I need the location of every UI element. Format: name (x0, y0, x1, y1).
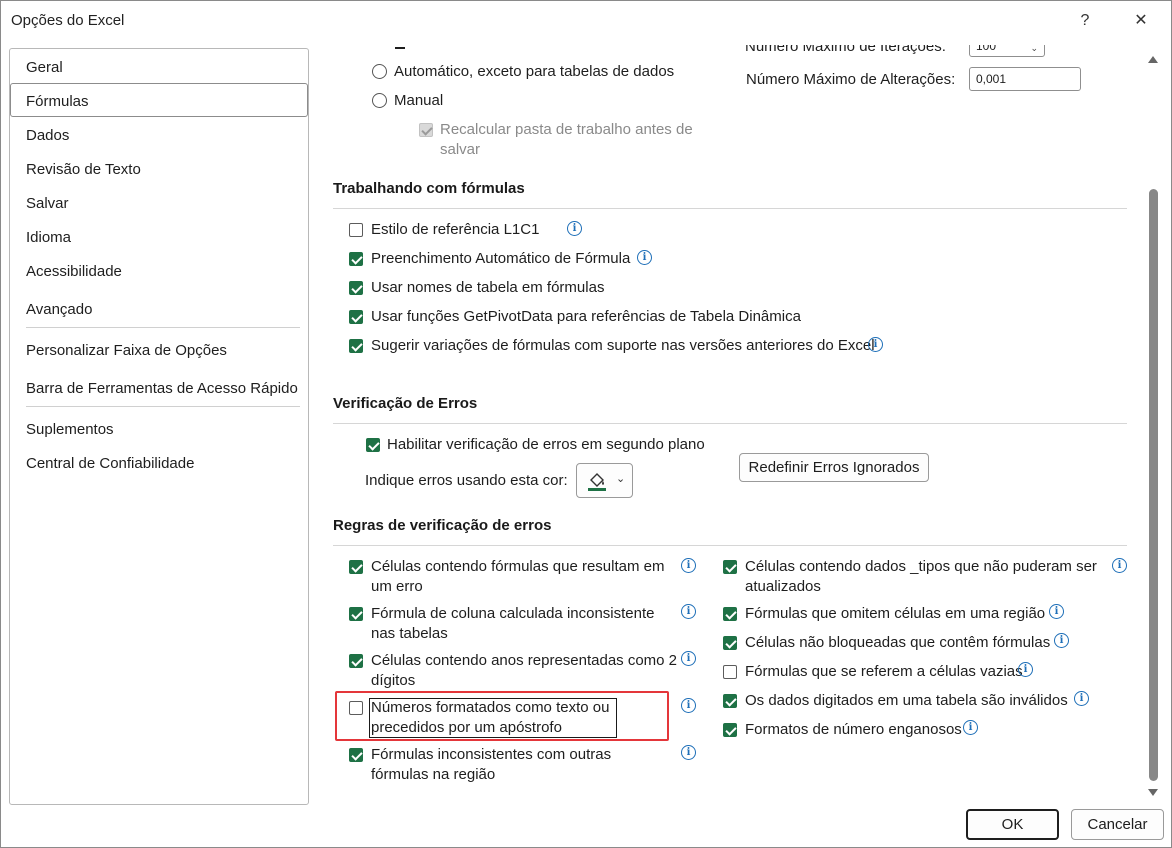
info-icon[interactable]: i (1074, 691, 1089, 706)
rule-invalid-table-data-checkbox[interactable] (723, 694, 737, 708)
error-color-picker[interactable]: ⌄ (576, 463, 633, 498)
info-icon[interactable]: i (681, 604, 696, 619)
r1c1-checkbox[interactable] (349, 223, 363, 237)
info-icon[interactable]: i (681, 745, 696, 760)
table-names-checkbox[interactable] (349, 281, 363, 295)
recalc-before-save-label: Recalcular pasta de trabalho antes de sa… (440, 121, 693, 158)
rule-inconsistent-formulas-checkbox[interactable] (349, 748, 363, 762)
rule-two-digit-years-checkbox[interactable] (349, 654, 363, 668)
getpivotdata-label: Usar funções GetPivotData para referênci… (371, 308, 801, 325)
info-icon[interactable]: i (868, 337, 883, 352)
enable-bg-error-checking-checkbox[interactable] (366, 438, 380, 452)
sidebar-item-salvar[interactable]: Salvar (26, 195, 69, 212)
sidebar-item-suplementos[interactable]: Suplementos (26, 421, 114, 438)
ok-button[interactable]: OK (966, 809, 1059, 840)
highlight-box (335, 691, 669, 741)
paint-bucket-icon (588, 473, 606, 491)
rule-omit-cells-checkbox[interactable] (723, 607, 737, 621)
info-icon[interactable]: i (637, 250, 652, 265)
sidebar-item-formulas[interactable]: Fórmulas (26, 93, 89, 110)
chevron-down-icon: ⌄ (616, 473, 626, 485)
sidebar-item-avancado[interactable]: Avançado (26, 301, 92, 318)
info-icon[interactable]: i (963, 720, 978, 735)
info-icon[interactable]: i (1112, 558, 1127, 573)
rule-data-types-refresh-label: Células contendo dados _tipos que não pu… (745, 558, 1097, 595)
help-icon[interactable]: ? (1073, 9, 1097, 33)
enable-bg-error-checking-label: Habilitar verificação de erros em segund… (387, 436, 705, 453)
rule-two-digit-years-label: Células contendo anos representadas como… (371, 652, 678, 689)
reset-ignored-errors-button[interactable]: Redefinir Erros Ignorados (739, 453, 929, 482)
scroll-down-icon[interactable] (1148, 789, 1158, 796)
scroll-up-icon[interactable] (1148, 56, 1158, 63)
autocomplete-formula-label: Preenchimento Automático de Fórmula (371, 250, 631, 267)
recalc-before-save-checkbox[interactable] (419, 123, 433, 137)
rule-misleading-formats-label: Formatos de número enganosos (745, 721, 962, 738)
rule-invalid-table-data-label: Os dados digitados em uma tabela são inv… (745, 692, 1068, 709)
sidebar-item-personalizar-faixa[interactable]: Personalizar Faixa de Opções (26, 342, 227, 359)
autocomplete-formula-checkbox[interactable] (349, 252, 363, 266)
dialog-title: Opções do Excel (11, 12, 125, 29)
rule-empty-cells-label: Fórmulas que se referem a células vazias (745, 663, 1023, 680)
max-iterations-label: Número Máximo de Iterações: (745, 45, 946, 55)
scrolled-text-fragment (395, 47, 405, 49)
rule-empty-cells-checkbox[interactable] (723, 665, 737, 679)
spinner-icon[interactable]: ⌄ (1030, 45, 1038, 58)
rule-formulas-error-label: Células contendo fórmulas que resultam e… (371, 558, 665, 595)
section-title-rules: Regras de verificação de erros (333, 517, 552, 534)
suggest-variations-checkbox[interactable] (349, 339, 363, 353)
sidebar-item-idioma[interactable]: Idioma (26, 229, 71, 246)
sidebar-item-revisao[interactable]: Revisão de Texto (26, 161, 141, 178)
rule-unlocked-cells-label: Células não bloqueadas que contêm fórmul… (745, 634, 1051, 651)
rule-omit-cells-label: Fórmulas que omitem células em uma regiã… (745, 605, 1046, 622)
max-iterations-value: 100 (976, 45, 997, 53)
r1c1-label: Estilo de referência L1C1 (371, 221, 540, 238)
max-change-input[interactable]: 0,001 (969, 67, 1081, 91)
rule-formulas-error-checkbox[interactable] (349, 560, 363, 574)
sidebar-item-geral[interactable]: Geral (26, 59, 63, 76)
radio-manual-label: Manual (394, 92, 444, 109)
info-icon[interactable]: i (681, 558, 696, 573)
max-iterations-row: Número Máximo de Iterações: 100 ⌄ (745, 45, 1145, 59)
section-divider (333, 208, 1127, 209)
sidebar-item-barra-acesso-rapido[interactable]: Barra de Ferramentas de Acesso Rápido (26, 380, 298, 397)
sidebar-item-acessibilidade[interactable]: Acessibilidade (26, 263, 122, 280)
sidebar-item-dados[interactable]: Dados (26, 127, 69, 144)
close-icon[interactable]: ✕ (1129, 9, 1153, 33)
rule-inconsistent-calc-column-label: Fórmula de coluna calculada inconsistent… (371, 605, 655, 642)
scrollbar-thumb[interactable] (1149, 189, 1158, 781)
radio-automatico-exceto[interactable] (372, 64, 387, 79)
info-icon[interactable]: i (681, 698, 696, 713)
info-icon[interactable]: i (681, 651, 696, 666)
section-title-formulas: Trabalhando com fórmulas (333, 180, 525, 197)
getpivotdata-checkbox[interactable] (349, 310, 363, 324)
sidebar-nav: Geral Fórmulas Dados Revisão de Texto Sa… (9, 48, 309, 805)
cancel-button[interactable]: Cancelar (1071, 809, 1164, 840)
section-title-error-checking: Verificação de Erros (333, 395, 478, 412)
section-divider (333, 423, 1127, 424)
radio-automatico-exceto-label: Automático, exceto para tabelas de dados (394, 63, 675, 80)
section-divider (333, 545, 1127, 546)
suggest-variations-label: Sugerir variações de fórmulas com suport… (371, 337, 875, 354)
sidebar-divider (26, 327, 300, 328)
max-change-label: Número Máximo de Alterações: (746, 71, 956, 88)
info-icon[interactable]: i (1054, 633, 1069, 648)
rule-inconsistent-formulas-label: Fórmulas inconsistentes com outras fórmu… (371, 746, 612, 783)
max-iterations-input[interactable]: 100 ⌄ (969, 45, 1045, 57)
sidebar-divider (26, 406, 300, 407)
table-names-label: Usar nomes de tabela em fórmulas (371, 279, 605, 296)
info-icon[interactable]: i (1018, 662, 1033, 677)
info-icon[interactable]: i (567, 221, 582, 236)
sidebar-item-central-confiabilidade[interactable]: Central de Confiabilidade (26, 455, 194, 472)
radio-manual[interactable] (372, 93, 387, 108)
rule-misleading-formats-checkbox[interactable] (723, 723, 737, 737)
rule-unlocked-cells-checkbox[interactable] (723, 636, 737, 650)
rule-data-types-refresh-checkbox[interactable] (723, 560, 737, 574)
error-color-label: Indique erros usando esta cor: (365, 472, 568, 489)
rule-inconsistent-calc-column-checkbox[interactable] (349, 607, 363, 621)
info-icon[interactable]: i (1049, 604, 1064, 619)
excel-options-dialog: Opções do Excel ? ✕ Geral Fórmulas Dados… (0, 0, 1172, 848)
